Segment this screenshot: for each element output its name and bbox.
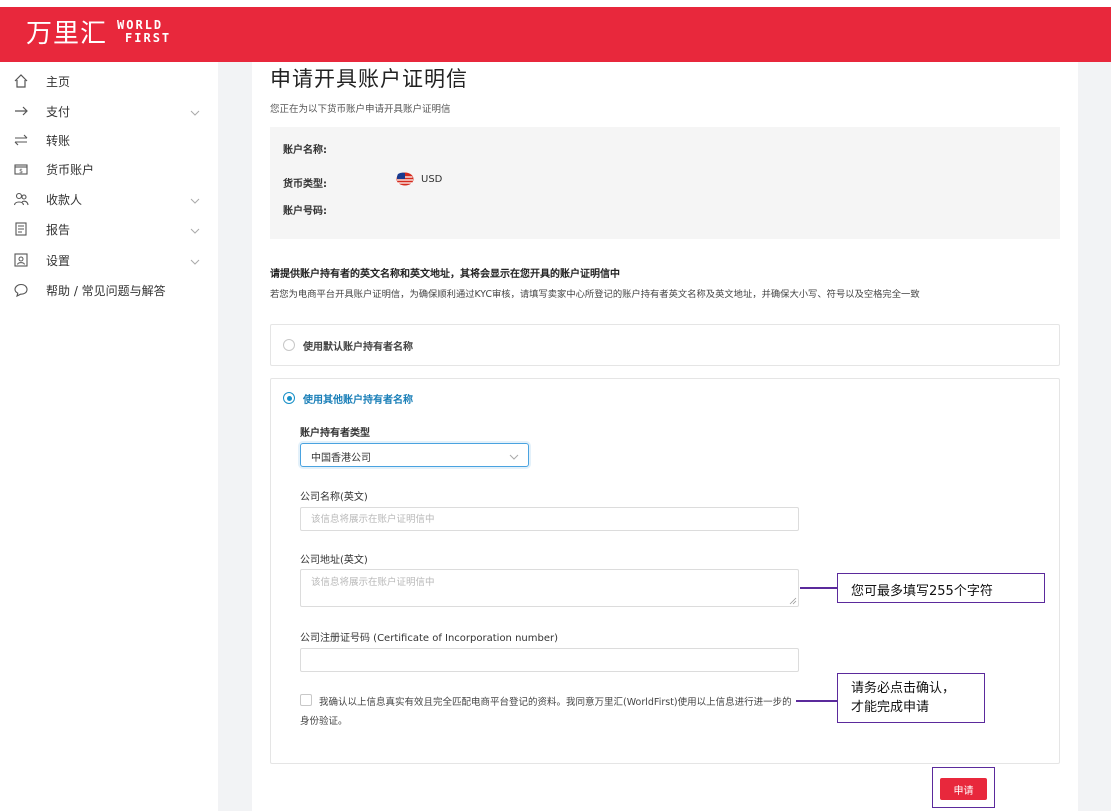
company-address-label: 公司地址(英文) <box>300 555 368 566</box>
company-name-input[interactable] <box>300 507 799 531</box>
sidebar-item-label: 收款人 <box>46 192 83 207</box>
currency-type-label: 货币类型: <box>283 179 327 190</box>
account-number-label: 账户号码: <box>283 206 327 217</box>
sidebar-item-label: 设置 <box>46 253 71 268</box>
us-flag-icon <box>396 172 414 186</box>
radio-other-holder[interactable] <box>283 392 295 404</box>
option-default-holder[interactable]: 使用默认账户持有者名称 <box>270 324 1060 366</box>
confirm-reminder-line1: 请务必点击确认， <box>851 681 956 696</box>
chevron-down-icon <box>508 448 520 467</box>
sidebar-item-reports[interactable]: 报告 <box>0 215 218 243</box>
sidebar-item-label: 主页 <box>46 74 71 89</box>
currency-code: USD <box>421 173 443 185</box>
content-gutter-right <box>1078 62 1111 811</box>
top-header-bar: 万里汇 WORLD FIRST <box>0 7 1111 62</box>
wallet-icon: $ <box>12 160 30 178</box>
instructions-body: 若您为电商平台开具账户证明信，为确保顺利通过KYC审核，请填写卖家中心所登记的账… <box>270 289 920 300</box>
sidebar-item-transfer[interactable]: 转账 <box>0 126 218 154</box>
worldfirst-logo[interactable]: 万里汇 WORLD FIRST <box>26 13 171 50</box>
reg-number-label: 公司注册证号码 (Certificate of Incorporation nu… <box>300 633 559 644</box>
page-title: 申请开具账户证明信 <box>270 67 468 91</box>
people-icon <box>12 190 30 208</box>
confirm-text: 我确认以上信息真实有效且完全匹配电商平台登记的资料。我同意万里汇(WorldFi… <box>300 697 792 727</box>
address-limit-callout-text: 您可最多填写255个字符 <box>851 584 993 599</box>
page-subtitle: 您正在为以下货币账户申请开具账户证明信 <box>270 104 451 115</box>
callout-connector <box>796 700 838 702</box>
callout-connector <box>800 587 838 589</box>
holder-type-value: 中国香港公司 <box>311 453 371 464</box>
sidebar-item-label: 帮助 / 常见问题与解答 <box>46 283 166 298</box>
sidebar-item-payments[interactable]: 支付 <box>0 97 218 125</box>
confirm-reminder-line2: 才能完成申请 <box>851 700 930 715</box>
chevron-down-icon[interactable] <box>190 102 200 121</box>
content-gutter-left <box>218 62 252 811</box>
address-limit-callout: 您可最多填写255个字符 <box>837 573 1045 603</box>
settings-icon <box>12 251 30 269</box>
report-icon <box>12 220 30 238</box>
sidebar-item-payees[interactable]: 收款人 <box>0 185 218 213</box>
home-icon <box>12 72 30 90</box>
currency-value: USD <box>396 172 442 186</box>
company-address-textarea[interactable] <box>300 569 799 607</box>
logo-english-line2: FIRST <box>125 30 172 45</box>
sidebar-item-help[interactable]: 帮助 / 常见问题与解答 <box>0 276 218 304</box>
chevron-down-icon[interactable] <box>190 251 200 270</box>
logo-chinese-name: 万里汇 <box>26 19 108 49</box>
sidebar-item-label: 转账 <box>46 133 71 148</box>
resize-grip-icon[interactable] <box>789 597 797 605</box>
sidebar-item-settings[interactable]: 设置 <box>0 246 218 274</box>
logo-english-line1: WORLD <box>117 17 164 32</box>
option-default-label: 使用默认账户持有者名称 <box>303 342 413 353</box>
sidebar-nav: 主页 支付 转账 $ 货币账户 收款人 报告 设置 帮助 / 常见问题与解答 <box>0 62 218 811</box>
sidebar-item-home[interactable]: 主页 <box>0 67 218 95</box>
account-info-box: 账户名称: 货币类型: USD 账户号码: <box>270 127 1060 239</box>
arrow-right-icon <box>12 102 30 120</box>
confirm-reminder-callout: 请务必点击确认， 才能完成申请 <box>837 673 985 723</box>
account-name-label: 账户名称: <box>283 145 327 156</box>
logo-english-name: WORLD FIRST <box>117 17 172 45</box>
holder-type-label: 账户持有者类型 <box>300 428 370 439</box>
chevron-down-icon[interactable] <box>190 220 200 239</box>
option-other-label: 使用其他账户持有者名称 <box>303 395 413 406</box>
sidebar-item-label: 货币账户 <box>46 162 95 177</box>
sidebar-item-label: 支付 <box>46 104 71 119</box>
instructions-title: 请提供账户持有者的英文名称和英文地址，其将会显示在您开具的账户证明信中 <box>270 269 620 280</box>
company-name-label: 公司名称(英文) <box>300 492 368 503</box>
sidebar-item-label: 报告 <box>46 222 71 237</box>
chat-help-icon <box>12 281 30 299</box>
radio-default-holder[interactable] <box>283 339 295 351</box>
transfer-icon <box>12 131 30 149</box>
chevron-down-icon[interactable] <box>190 190 200 209</box>
sidebar-item-currency-accounts[interactable]: $ 货币账户 <box>0 155 218 183</box>
submit-highlight-frame <box>932 767 995 808</box>
svg-text:$: $ <box>19 168 23 175</box>
reg-number-input[interactable] <box>300 648 799 672</box>
holder-type-select[interactable]: 中国香港公司 <box>300 443 529 467</box>
